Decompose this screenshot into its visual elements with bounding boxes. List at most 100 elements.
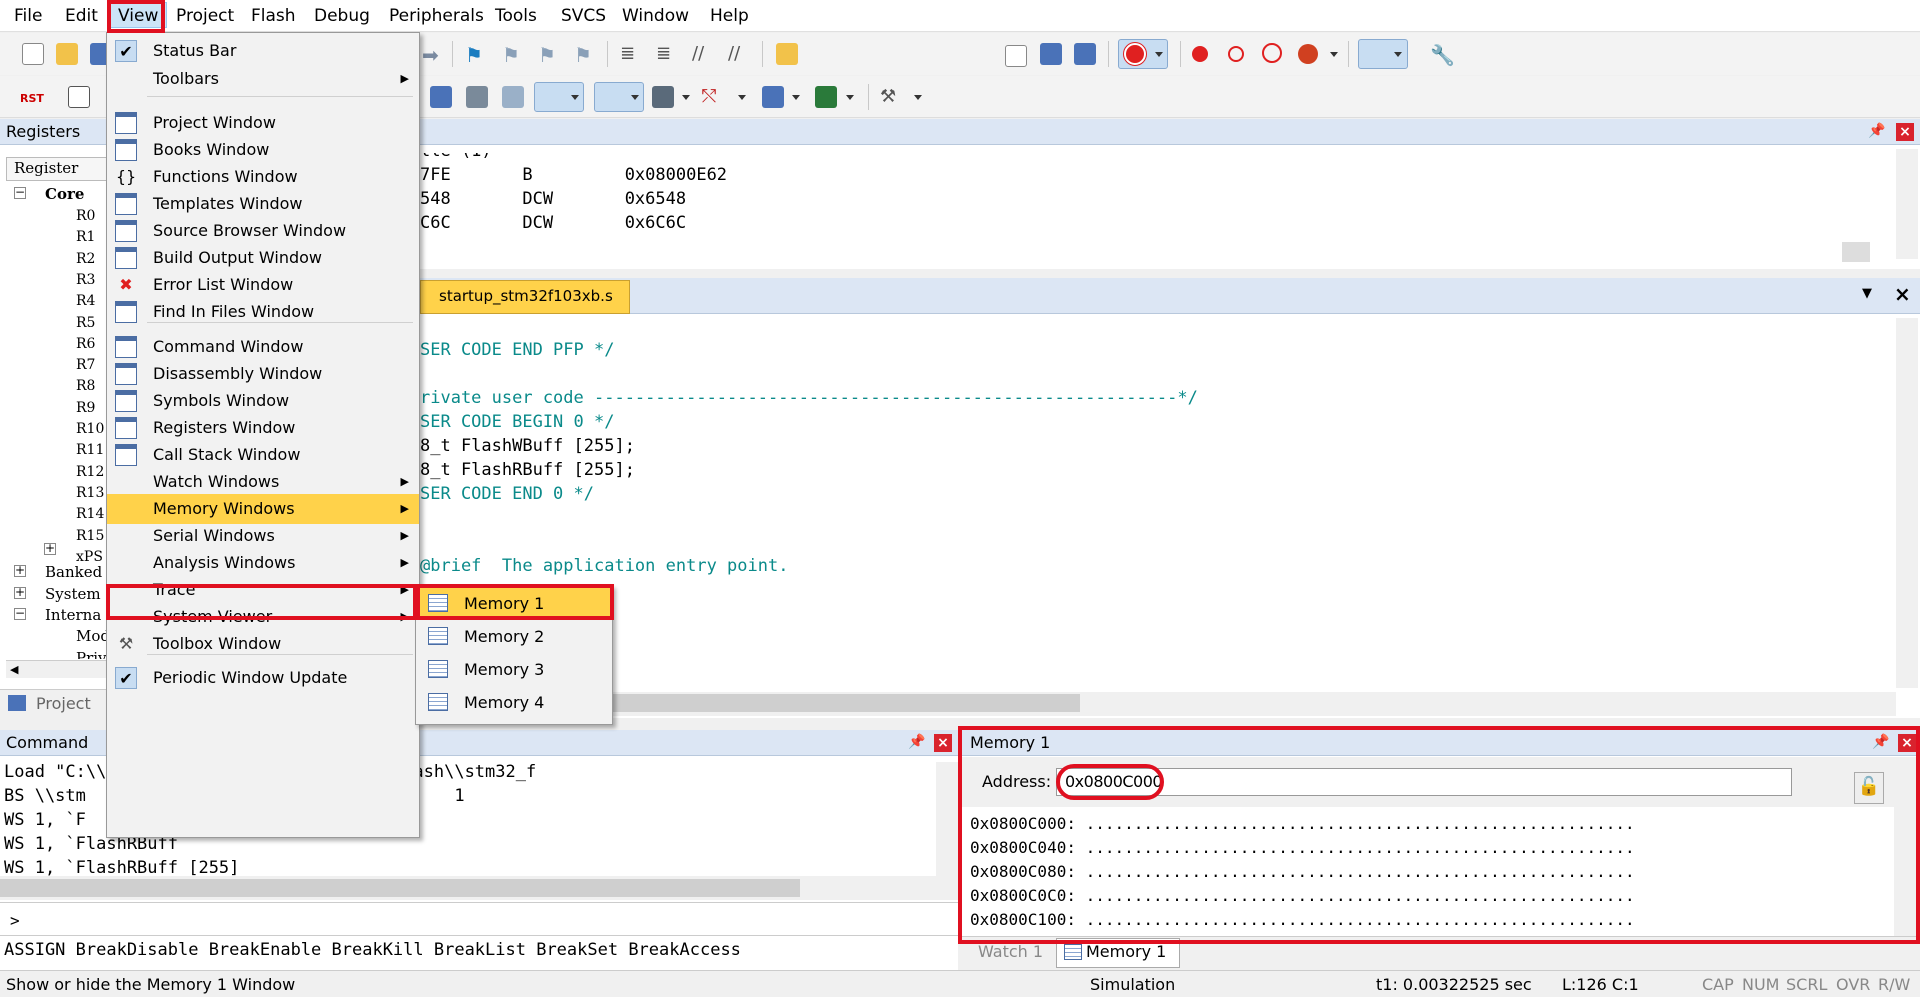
tree-banked[interactable]: Banked (45, 563, 102, 581)
command-input[interactable] (0, 902, 958, 936)
run-icon[interactable] (68, 86, 90, 108)
menu-window[interactable]: Window (614, 3, 697, 29)
nav-forward-icon[interactable]: ➡ (422, 43, 444, 67)
editor-vscrollbar[interactable] (1896, 318, 1918, 688)
register-r6[interactable]: R6 (76, 336, 95, 352)
view-menu-item-call-stack-window[interactable]: Call Stack Window (107, 440, 419, 470)
insert-breakpoint-icon[interactable] (1192, 46, 1208, 62)
register-r3[interactable]: R3 (76, 272, 95, 288)
tree-privilege[interactable]: Priv (76, 649, 107, 659)
disable-breakpoint-icon[interactable] (1228, 46, 1244, 62)
serial-windows-icon[interactable] (652, 86, 674, 108)
tab-list-dropdown-icon[interactable]: ▼ (1862, 286, 1872, 301)
view-menu-item-toolbars[interactable]: Toolbars ▶ (107, 64, 419, 94)
register-r13[interactable]: R13 (76, 485, 104, 501)
command-vscrollbar[interactable] (936, 762, 958, 876)
open-folder-icon[interactable] (56, 43, 78, 65)
registers-window-icon[interactable] (466, 86, 488, 108)
menu-file[interactable]: File (6, 3, 50, 29)
view-menu-item-find-in-files-window[interactable]: Find In Files Window (107, 297, 419, 327)
uncomment-icon[interactable]: // (728, 43, 750, 65)
next-bookmark-icon[interactable]: ⚑ (538, 43, 560, 67)
find-icon[interactable] (1040, 43, 1062, 65)
pin-icon[interactable]: 📌 (1868, 123, 1885, 139)
register-r7[interactable]: R7 (76, 357, 95, 373)
view-menu-item-symbols-window[interactable]: Symbols Window (107, 386, 419, 416)
menu-svcs[interactable]: SVCS (553, 3, 614, 29)
trace-windows-icon[interactable] (762, 86, 784, 108)
tree-mode[interactable]: Mod (76, 627, 110, 645)
register-column-header[interactable]: Register (14, 159, 78, 177)
editor-tab-startup[interactable]: startup_stm32f103xb.s (420, 280, 630, 314)
find-in-files-icon[interactable] (776, 43, 798, 65)
register-r5[interactable]: R5 (76, 315, 95, 331)
view-menu-item-serial-windows[interactable]: Serial Windows ▶ (107, 521, 419, 551)
tree-internal[interactable]: Interna (45, 606, 101, 624)
register-r12[interactable]: R12 (76, 464, 104, 480)
menu-edit[interactable]: Edit (57, 3, 106, 29)
view-menu-item-books-window[interactable]: Books Window (107, 135, 419, 165)
submenu-memory-3[interactable]: Memory 3 (416, 653, 612, 686)
view-menu-item-analysis-windows[interactable]: Analysis Windows ▶ (107, 548, 419, 578)
register-r11[interactable]: R11 (76, 442, 104, 458)
command-close-icon[interactable]: × (934, 734, 952, 752)
register-r2[interactable]: R2 (76, 251, 95, 267)
reset-cpu-icon[interactable]: RST (20, 84, 44, 106)
view-menu-item-functions-window[interactable]: {} Functions Window (107, 162, 419, 192)
menu-peripherals[interactable]: Peripherals (381, 3, 492, 29)
close-icon[interactable]: × (1896, 123, 1914, 141)
menu-debug[interactable]: Debug (306, 3, 378, 29)
submenu-memory-2[interactable]: Memory 2 (416, 620, 612, 653)
toolbox-icon[interactable]: ⚒ (880, 86, 902, 108)
menu-tools[interactable]: Tools (487, 3, 545, 29)
register-r1[interactable]: R1 (76, 229, 95, 245)
register-r10[interactable]: R10 (76, 421, 104, 437)
view-menu-item-project-window[interactable]: Project Window (107, 108, 419, 138)
analysis-windows-icon[interactable]: ⤲ (702, 86, 724, 108)
view-menu-item-watch-windows[interactable]: Watch Windows ▶ (107, 467, 419, 497)
register-r4[interactable]: R4 (76, 293, 95, 309)
call-stack-icon[interactable] (502, 86, 524, 108)
register-r0[interactable]: R0 (76, 208, 95, 224)
menu-project[interactable]: Project (168, 3, 242, 29)
enable-breakpoints-icon[interactable] (1298, 44, 1318, 64)
menu-flash[interactable]: Flash (243, 3, 304, 29)
unindent-icon[interactable]: ≣ (656, 43, 678, 65)
view-menu-item-periodic-window-update[interactable]: ✔ Periodic Window Update (107, 663, 419, 693)
project-tab[interactable]: Project (36, 694, 91, 713)
find-combo-dropdown[interactable] (1005, 45, 1027, 67)
command-pin-icon[interactable]: 📌 (908, 734, 925, 750)
tree-system[interactable]: System (45, 585, 101, 603)
editor-hscrollbar[interactable] (420, 692, 1896, 716)
view-menu-item-status-bar[interactable]: ✔ Status Bar (107, 36, 419, 66)
clear-bookmarks-icon[interactable]: ⚑ (574, 43, 596, 67)
submenu-memory-4[interactable]: Memory 4 (416, 686, 612, 719)
view-menu-item-toolbox-window[interactable]: ⚒ Toolbox Window (107, 629, 419, 659)
register-r8[interactable]: R8 (76, 378, 95, 394)
watch1-tab[interactable]: Watch 1 (978, 942, 1043, 961)
view-menu-item-memory-windows[interactable]: Memory Windows ▶ (107, 494, 419, 524)
disasm-vscrollbar[interactable] (1896, 149, 1918, 259)
indent-icon[interactable]: ≣ (620, 43, 642, 65)
tree-core[interactable]: Core (45, 185, 84, 203)
kill-breakpoints-icon[interactable] (1262, 43, 1282, 63)
editor-code[interactable]: SER CODE END PFP */ rivate user code ----… (420, 340, 1880, 670)
memory1-tab[interactable]: Memory 1 (1086, 942, 1166, 961)
editor-close-icon[interactable]: × (1894, 282, 1911, 306)
view-menu-item-build-output-window[interactable]: Build Output Window (107, 243, 419, 273)
view-menu-item-templates-window[interactable]: Templates Window (107, 189, 419, 219)
incremental-find-icon[interactable] (1074, 43, 1096, 65)
view-menu-item-command-window[interactable]: Command Window (107, 332, 419, 362)
comment-icon[interactable]: // (692, 43, 714, 65)
prev-bookmark-icon[interactable]: ⚑ (502, 43, 524, 67)
register-r14[interactable]: R14 (76, 506, 104, 522)
register-r9[interactable]: R9 (76, 400, 95, 416)
bookmark-flag-icon[interactable]: ⚑ (465, 43, 487, 67)
view-menu-item-error-list-window[interactable]: ✖ Error List Window (107, 270, 419, 300)
system-viewer-icon[interactable] (815, 86, 837, 108)
new-file-icon[interactable] (22, 43, 44, 65)
view-menu-item-disassembly-window[interactable]: Disassembly Window (107, 359, 419, 389)
configure-wrench-icon[interactable]: 🔧 (1430, 43, 1455, 67)
menu-help[interactable]: Help (702, 3, 757, 29)
view-menu-item-source-browser-window[interactable]: Source Browser Window (107, 216, 419, 246)
